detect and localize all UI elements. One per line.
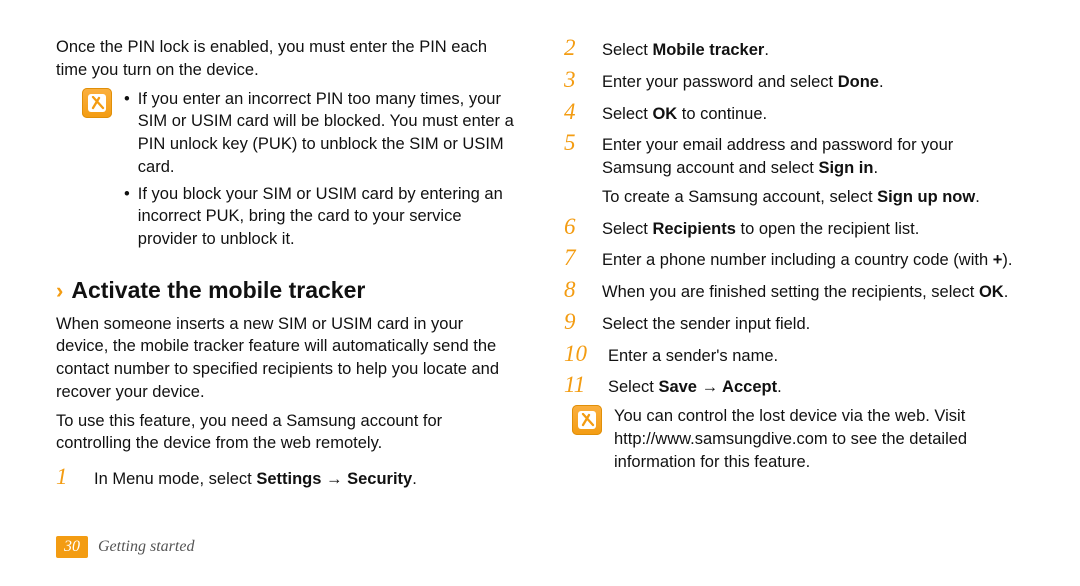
text-fragment: to open the recipient list. xyxy=(736,220,919,238)
page-number-badge: 30 xyxy=(56,536,88,558)
section-heading-row: › Activate the mobile tracker xyxy=(56,275,516,307)
step-8-text: When you are finished setting the recipi… xyxy=(602,281,1024,304)
text-fragment: ). xyxy=(1002,251,1012,269)
right-column: 2 Select Mobile tracker. 3 Enter your pa… xyxy=(564,36,1024,497)
chevron-right-icon: › xyxy=(56,280,63,302)
note-bullet-1-text: If you enter an incorrect PIN too many t… xyxy=(138,88,516,179)
step-number: 8 xyxy=(564,278,588,301)
step-9-text: Select the sender input field. xyxy=(602,313,1024,336)
text-fragment: To create a Samsung account, select xyxy=(602,188,877,206)
step-11: 11 Select Save → Accept. xyxy=(564,373,1024,399)
step-number: 1 xyxy=(56,465,80,488)
bold-fragment: + xyxy=(993,251,1003,269)
step-2-text: Select Mobile tracker. xyxy=(602,39,1024,62)
step-5: 5 Enter your email address and password … xyxy=(564,131,1024,180)
note-block-2: You can control the lost device via the … xyxy=(572,405,1024,473)
text-fragment: When you are finished setting the recipi… xyxy=(602,283,979,301)
note-body: • If you enter an incorrect PIN too many… xyxy=(124,88,516,255)
page-footer: 30 Getting started xyxy=(56,536,194,558)
step-1: 1 In Menu mode, select Settings → Securi… xyxy=(56,465,516,491)
section-title: Activate the mobile tracker xyxy=(71,275,365,307)
note-bullet-2-text: If you block your SIM or USIM card by en… xyxy=(138,183,516,251)
text-fragment: Select xyxy=(608,378,658,396)
step-number: 7 xyxy=(564,246,588,269)
note-icon xyxy=(82,88,112,118)
step-number: 3 xyxy=(564,68,588,91)
footer-section-label: Getting started xyxy=(98,538,194,556)
step-10: 10 Enter a sender's name. xyxy=(564,342,1024,368)
bold-fragment: Save → Accept xyxy=(658,378,777,396)
step-7: 7 Enter a phone number including a count… xyxy=(564,246,1024,272)
text-fragment: Select xyxy=(602,41,652,59)
bold-fragment: Sign in xyxy=(818,159,873,177)
bold-fragment: Mobile tracker xyxy=(652,41,764,59)
text-fragment: to continue. xyxy=(677,105,767,123)
note-icon xyxy=(572,405,602,435)
pencil-note-icon xyxy=(581,413,595,427)
text-fragment: Enter your email address and password fo… xyxy=(602,136,953,177)
text-fragment: Select xyxy=(602,105,652,123)
text-fragment: In Menu mode, select xyxy=(94,470,256,488)
pencil-note-icon xyxy=(91,96,105,110)
bullet-dot-icon: • xyxy=(124,183,130,206)
step-number: 2 xyxy=(564,36,588,59)
bold-fragment: Recipients xyxy=(652,220,735,238)
step-number: 11 xyxy=(564,373,594,396)
step-6-text: Select Recipients to open the recipient … xyxy=(602,218,1024,241)
step-6: 6 Select Recipients to open the recipien… xyxy=(564,215,1024,241)
step-2: 2 Select Mobile tracker. xyxy=(564,36,1024,62)
text-fragment: . xyxy=(879,73,884,91)
step-11-text: Select Save → Accept. xyxy=(608,376,1024,399)
step-1-text: In Menu mode, select Settings → Security… xyxy=(94,468,516,491)
bold-fragment: OK xyxy=(652,105,677,123)
text-fragment: . xyxy=(412,470,417,488)
bold-fragment: Sign up now xyxy=(877,188,975,206)
step-number: 6 xyxy=(564,215,588,238)
note-block: • If you enter an incorrect PIN too many… xyxy=(82,88,516,255)
bullet-dot-icon: • xyxy=(124,88,130,111)
step-9: 9 Select the sender input field. xyxy=(564,310,1024,336)
two-column-layout: Once the PIN lock is enabled, you must e… xyxy=(56,36,1024,497)
step-7-text: Enter a phone number including a country… xyxy=(602,249,1024,272)
pin-intro-text: Once the PIN lock is enabled, you must e… xyxy=(56,36,516,82)
text-fragment: . xyxy=(1004,283,1009,301)
step-number: 4 xyxy=(564,100,588,123)
step-number: 10 xyxy=(564,342,594,365)
step-4-text: Select OK to continue. xyxy=(602,103,1024,126)
note-bullet-2: • If you block your SIM or USIM card by … xyxy=(124,183,516,251)
text-fragment: . xyxy=(777,378,782,396)
bold-fragment: Done xyxy=(838,73,879,91)
bold-fragment: Settings → Security xyxy=(256,470,412,488)
text-fragment: . xyxy=(975,188,980,206)
text-fragment: Enter your password and select xyxy=(602,73,838,91)
bold-fragment: OK xyxy=(979,283,1004,301)
step-8: 8 When you are finished setting the reci… xyxy=(564,278,1024,304)
note-bullet-1: • If you enter an incorrect PIN too many… xyxy=(124,88,516,179)
note-2-text: You can control the lost device via the … xyxy=(614,405,1024,473)
step-number: 9 xyxy=(564,310,588,333)
text-fragment: Enter a phone number including a country… xyxy=(602,251,993,269)
text-fragment: . xyxy=(873,159,878,177)
step-4: 4 Select OK to continue. xyxy=(564,100,1024,126)
step-3: 3 Enter your password and select Done. xyxy=(564,68,1024,94)
text-fragment: Select xyxy=(602,220,652,238)
step-5-subtext: To create a Samsung account, select Sign… xyxy=(602,186,1024,209)
page: Once the PIN lock is enabled, you must e… xyxy=(0,0,1080,586)
left-column: Once the PIN lock is enabled, you must e… xyxy=(56,36,516,497)
step-5-text: Enter your email address and password fo… xyxy=(602,134,1024,180)
tracker-desc-2: To use this feature, you need a Samsung … xyxy=(56,410,516,456)
step-number: 5 xyxy=(564,131,588,154)
step-3-text: Enter your password and select Done. xyxy=(602,71,1024,94)
text-fragment: . xyxy=(764,41,769,59)
step-10-text: Enter a sender's name. xyxy=(608,345,1024,368)
tracker-desc-1: When someone inserts a new SIM or USIM c… xyxy=(56,313,516,404)
